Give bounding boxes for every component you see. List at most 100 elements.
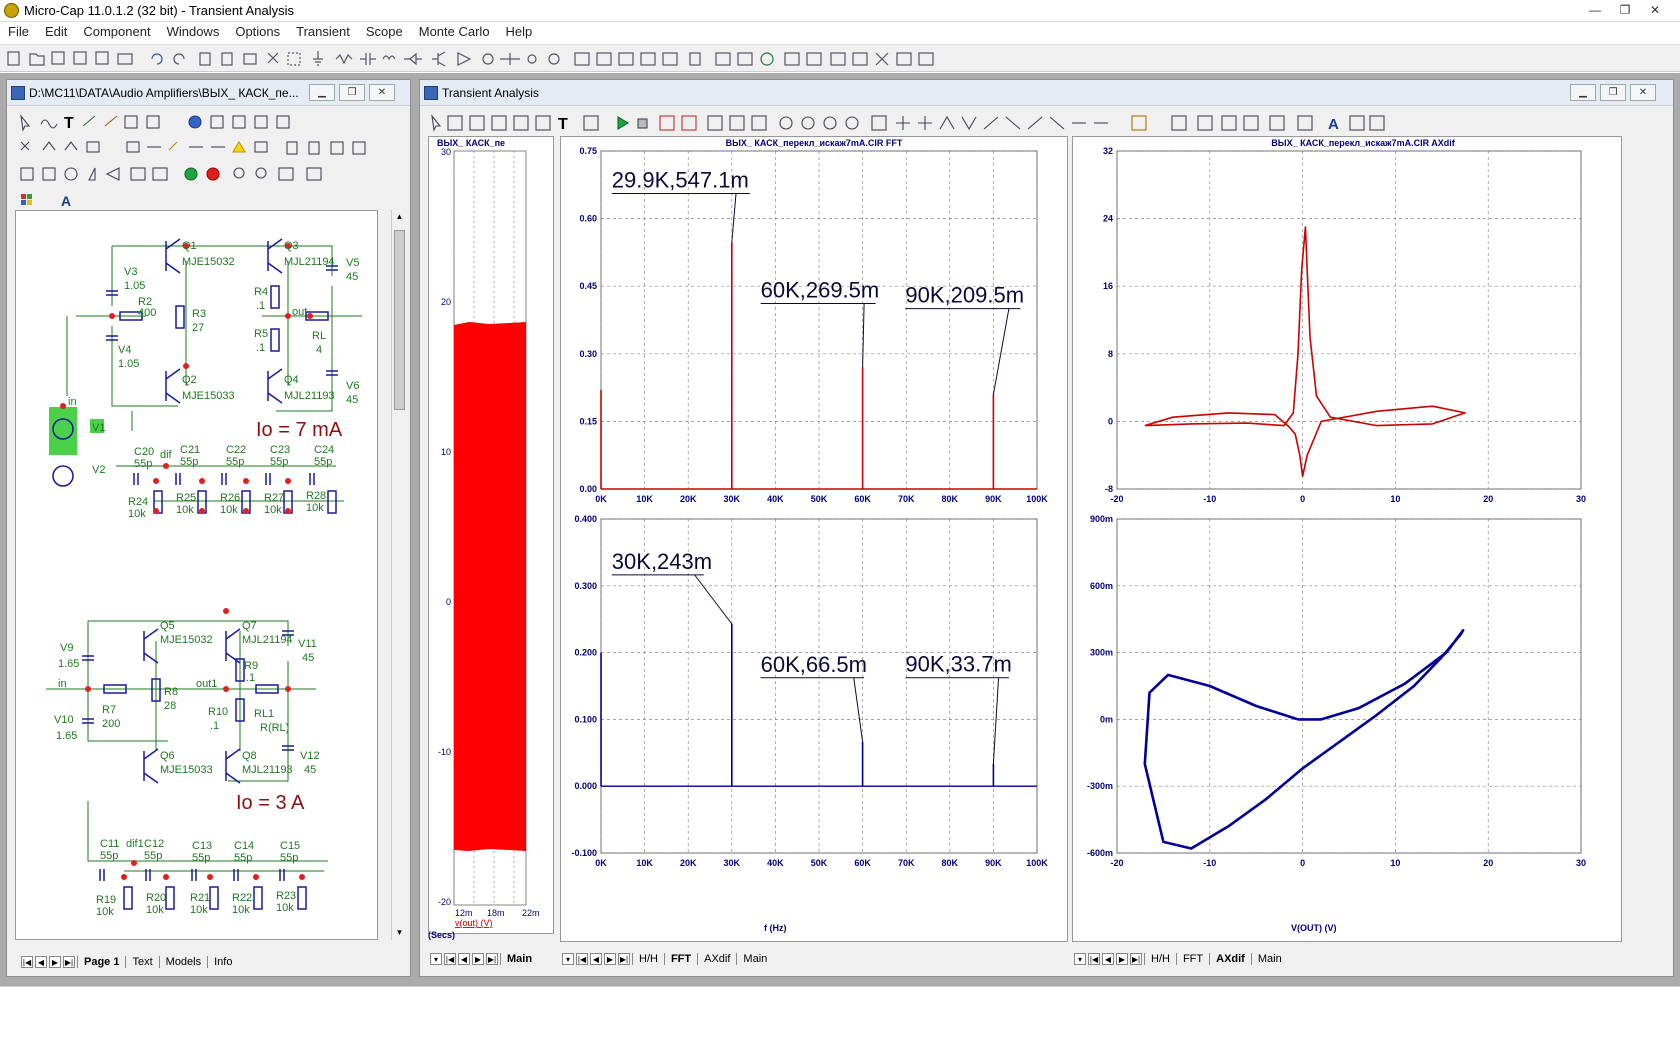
axdif-top-xtick: 0 [1300, 494, 1305, 504]
pane2-tab-axdif[interactable]: AXdif [697, 953, 736, 965]
fft-top-annotation-leader [992, 308, 1010, 395]
pane1-tab-main[interactable]: Main [500, 953, 538, 965]
pane2-tab-main[interactable]: Main [736, 953, 773, 965]
fit-icon [352, 141, 366, 155]
pane3-first-icon[interactable]: |◀ [1088, 953, 1100, 965]
tile-horizontal-icon [618, 52, 634, 66]
pane2-dropdown-icon[interactable]: ▾ [562, 953, 574, 965]
print-preview-icon [95, 51, 109, 65]
schematic-canvas[interactable]: Q1 MJE15032 Q3 MJL21194 Q2 MJE15033 Q4 M… [15, 210, 378, 940]
cursor-low-icon [961, 116, 977, 131]
numeric-output-icon [707, 115, 723, 131]
menu-transient[interactable]: Transient [288, 22, 358, 42]
app-window: Micro-Cap 11.0.1.2 (32 bit) - Transient … [0, 0, 1680, 1050]
pane3-tab-axdif[interactable]: AXdif [1209, 953, 1251, 965]
tab-page-1[interactable]: Page 1 [77, 956, 125, 968]
cursor-slope-icon [1005, 116, 1021, 130]
arrange-icon [640, 52, 656, 66]
menu-windows[interactable]: Windows [159, 22, 228, 42]
zoom-fit-icon [278, 167, 294, 181]
pane3-tab-hh[interactable]: H/H [1144, 953, 1176, 965]
pane1-prev-icon[interactable]: ◀ [458, 953, 470, 965]
next-page-icon[interactable]: ▶ [49, 956, 61, 968]
fft-top-xtick: 90K [985, 494, 1002, 504]
main-toolbar-icons[interactable] [0, 45, 1010, 71]
pane2-next-icon[interactable]: ▶ [604, 953, 616, 965]
pane1-last-icon[interactable]: ▶| [486, 953, 498, 965]
fft-top-xtick: 20K [680, 494, 697, 504]
fft-bottom-annotation-leader [853, 677, 864, 742]
pane2-tab-fft[interactable]: FFT [663, 953, 697, 965]
axdif-bottom-xtick: -10 [1203, 858, 1216, 868]
fft-pane[interactable]: ВЫХ_ КАСК_перекл_искаж7mA.CIR FFT 0K 10K 2… [560, 136, 1068, 942]
analysis-maximize-button[interactable]: ❐ [1600, 84, 1626, 101]
axdif-bottom-ytick: -600m [1087, 848, 1113, 858]
analysis-minimize-button[interactable]: ▁ [1570, 84, 1596, 101]
label-in: in [68, 396, 77, 408]
pane1-next-icon[interactable]: ▶ [472, 953, 484, 965]
check-icon [830, 52, 846, 66]
pane3-dropdown-icon[interactable]: ▾ [1074, 953, 1086, 965]
pane3-tab-fft[interactable]: FFT [1175, 953, 1209, 965]
schematic-vertical-scrollbar[interactable]: ▲ ▼ [391, 210, 407, 940]
axdif-top-xtick: 20 [1483, 494, 1493, 504]
wire-icon [500, 53, 520, 65]
pane3-tab-main[interactable]: Main [1250, 953, 1288, 965]
pin-icon [254, 115, 268, 129]
label-v12: V12 [300, 750, 320, 762]
menu-scope[interactable]: Scope [358, 22, 411, 42]
help-icon [210, 115, 224, 129]
copy-plot-icon [1197, 115, 1213, 131]
label-q3: Q3 [284, 240, 299, 252]
minimize-button[interactable]: — [1580, 0, 1610, 20]
tab-text[interactable]: Text [125, 956, 158, 968]
schematic-minimize-button[interactable]: ▁ [309, 84, 335, 101]
axdif-top-ytick: 32 [1103, 146, 1113, 156]
schematic-maximize-button[interactable]: ❐ [339, 84, 365, 101]
fft-bottom-ytick: 0.300 [574, 581, 597, 591]
pane2-first-icon[interactable]: |◀ [576, 953, 588, 965]
prev-page-icon[interactable]: ◀ [35, 956, 47, 968]
menu-options[interactable]: Options [227, 22, 288, 42]
menu-edit[interactable]: Edit [37, 22, 75, 42]
pane1-ytick-10: 10 [441, 447, 451, 457]
text-mode-icon: T [64, 115, 74, 132]
pane2-tab-hh[interactable]: H/H [632, 953, 664, 965]
pane2-prev-icon[interactable]: ◀ [590, 953, 602, 965]
menu-monte-carlo[interactable]: Monte Carlo [411, 22, 498, 42]
attribute-icon [276, 115, 290, 129]
analysis-window-title: Transient Analysis [442, 86, 539, 100]
pane3-last-icon[interactable]: ▶| [1130, 953, 1142, 965]
menu-component[interactable]: Component [75, 22, 158, 42]
label-r26-value: 10k [220, 504, 238, 516]
label-v3: V3 [124, 266, 137, 278]
pane3-next-icon[interactable]: ▶ [1116, 953, 1128, 965]
rotate-icon [64, 167, 78, 181]
pane1-dropdown-icon[interactable]: ▾ [430, 953, 442, 965]
last-page-icon[interactable]: ▶| [63, 956, 75, 968]
analysis-toolbar[interactable]: T A [422, 110, 1672, 136]
first-page-icon[interactable]: |◀ [21, 956, 33, 968]
schematic-toolbars[interactable]: T A [13, 110, 413, 224]
resistor-icon [335, 53, 353, 65]
pane1-first-icon[interactable]: |◀ [444, 953, 456, 965]
tab-info[interactable]: Info [207, 956, 238, 968]
analysis-close-button[interactable]: ✕ [1630, 84, 1656, 101]
tab-models[interactable]: Models [158, 956, 207, 968]
axdif-pane[interactable]: ВЫХ_ КАСК_перекл_искаж7mA.CIR AXdif -20-… [1072, 136, 1622, 942]
transient-pane[interactable]: ВЫХ_ КАСК_пе 30 20 10 0 -10 -20 12m 18m … [428, 136, 554, 934]
label-r21: R21 [190, 892, 210, 904]
schematic-close-button[interactable]: ✕ [369, 84, 395, 101]
status-bar [0, 986, 1680, 1050]
label-r9: R9 [244, 660, 258, 672]
fft-bottom-xtick: 50K [811, 858, 828, 868]
pane3-prev-icon[interactable]: ◀ [1102, 953, 1114, 965]
menu-file[interactable]: File [0, 22, 37, 42]
source-icon [482, 53, 494, 65]
label-c15: C15 [280, 840, 300, 852]
pane2-last-icon[interactable]: ▶| [618, 953, 630, 965]
label-q7-model: MJL21194 [242, 634, 293, 646]
close-button[interactable]: ✕ [1640, 0, 1670, 20]
maximize-button[interactable]: ❐ [1610, 0, 1640, 20]
menu-help[interactable]: Help [498, 22, 541, 42]
